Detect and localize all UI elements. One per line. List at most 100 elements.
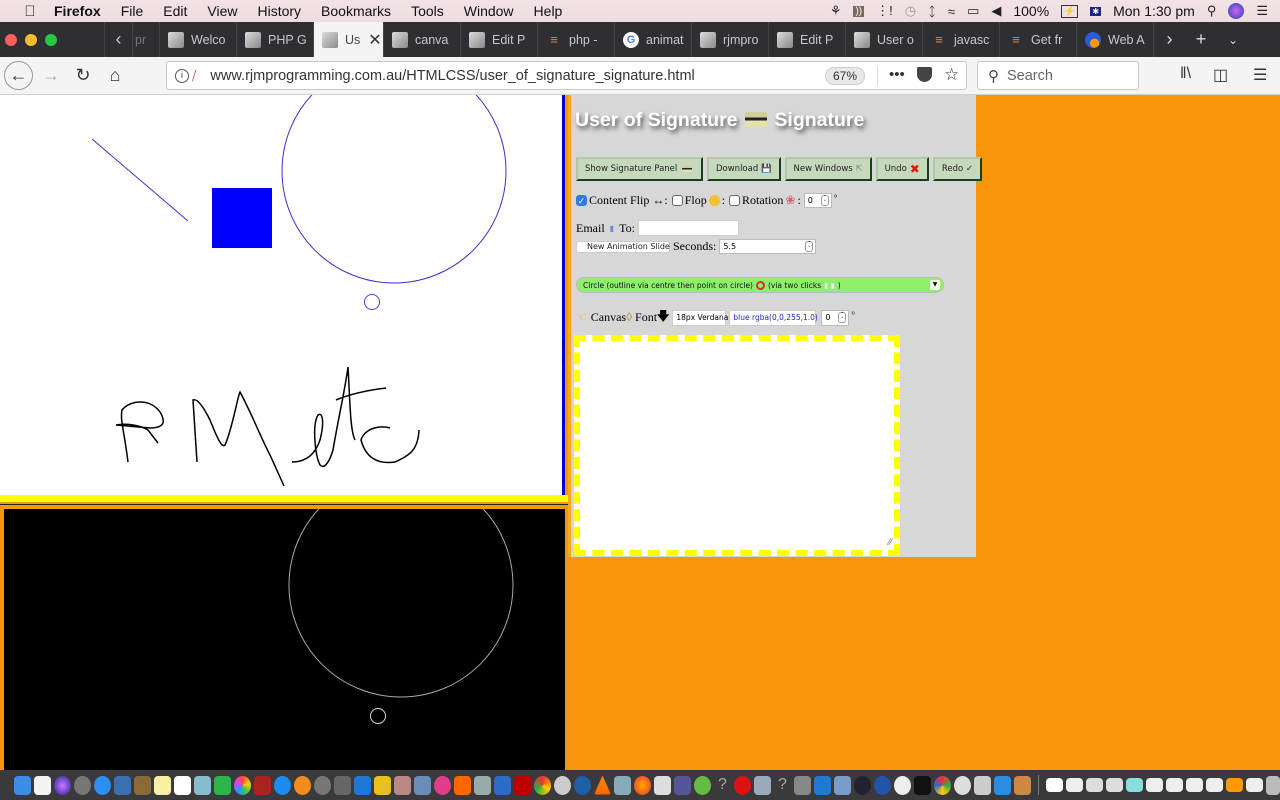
- github-icon[interactable]: [894, 775, 911, 795]
- url-text[interactable]: www.rjmprogramming.com.au/HTMLCSS/user_o…: [210, 68, 694, 84]
- new-tab-icon[interactable]: +: [1185, 22, 1217, 57]
- recent-document-icon[interactable]: [1186, 778, 1203, 792]
- hamburger-menu-icon[interactable]: ☰: [1253, 65, 1267, 85]
- tab[interactable]: pr: [132, 22, 159, 57]
- recent-document-icon[interactable]: [1106, 778, 1123, 792]
- home-button[interactable]: ⌂: [101, 62, 129, 90]
- cyberduck-icon[interactable]: [874, 775, 891, 795]
- notes-icon[interactable]: [154, 775, 171, 795]
- airplay-icon[interactable]: ▭: [967, 3, 979, 19]
- photo-booth-icon[interactable]: [254, 775, 271, 795]
- tab[interactable]: ≡ Get fr: [999, 22, 1076, 57]
- signature-textarea[interactable]: ∕∕: [574, 335, 900, 556]
- tab[interactable]: Welco: [159, 22, 236, 57]
- recent-document-icon[interactable]: [1086, 778, 1103, 792]
- tab[interactable]: Edit P: [768, 22, 845, 57]
- safari-icon[interactable]: [94, 775, 111, 795]
- undo-button[interactable]: Undo ✖: [875, 157, 929, 181]
- automator-icon[interactable]: [794, 775, 811, 795]
- recent-document-icon[interactable]: [1206, 778, 1223, 792]
- text-edit-icon[interactable]: [34, 775, 51, 795]
- menu-window[interactable]: Window: [464, 3, 514, 19]
- menu-file[interactable]: File: [121, 3, 144, 19]
- chrome-icon[interactable]: [534, 775, 551, 795]
- search-input[interactable]: ⚲ Search: [977, 61, 1139, 90]
- volume-icon[interactable]: ◀: [991, 3, 1001, 19]
- trash-icon[interactable]: [1266, 775, 1280, 795]
- page-actions-more-icon[interactable]: •••: [889, 66, 905, 83]
- apple-menu-icon[interactable]: : [20, 3, 40, 20]
- tab[interactable]: User o: [845, 22, 922, 57]
- firefox-icon[interactable]: [634, 775, 651, 795]
- recent-document-icon[interactable]: [1226, 778, 1243, 792]
- maps-icon[interactable]: [474, 775, 491, 795]
- bookmark-star-icon[interactable]: ☆: [944, 65, 959, 85]
- vscode-icon[interactable]: [814, 775, 831, 795]
- close-tab-icon[interactable]: ✕: [368, 30, 381, 50]
- script-editor-icon[interactable]: [394, 775, 411, 795]
- ibooks-icon[interactable]: [294, 775, 311, 795]
- text-angle-spinner[interactable]: ˄ ˅: [838, 311, 847, 323]
- select-dropdown-arrow-icon[interactable]: ▼: [930, 280, 940, 290]
- flipped-preview-canvas[interactable]: [4, 472, 565, 770]
- wifi-icon[interactable]: ≈: [948, 4, 955, 19]
- site-info-icon[interactable]: i: [175, 68, 189, 83]
- rotation-angle-input[interactable]: 0 ˄ ˅: [803, 193, 832, 208]
- tab[interactable]: Web A: [1076, 22, 1153, 57]
- menu-tools[interactable]: Tools: [411, 3, 444, 19]
- terminal-icon[interactable]: [914, 775, 931, 795]
- android-studio-icon[interactable]: [694, 775, 711, 795]
- close-window-icon[interactable]: [5, 33, 17, 46]
- avast-icon[interactable]: ⚘: [830, 3, 842, 19]
- facetime-icon[interactable]: [214, 775, 231, 795]
- wordpress-icon[interactable]: [374, 775, 391, 795]
- php-icon[interactable]: [674, 775, 691, 795]
- redo-button[interactable]: Redo ✓: [932, 157, 983, 181]
- unknown-app-icon[interactable]: ?: [774, 776, 791, 795]
- show-signature-panel-button[interactable]: Show Signature Panel: [576, 157, 703, 181]
- url-bar[interactable]: i ⧸ www.rjmprogramming.com.au/HTMLCSS/us…: [166, 61, 967, 90]
- image-capture-icon[interactable]: [414, 775, 431, 795]
- capture-icon[interactable]: [834, 775, 851, 795]
- recent-document-icon[interactable]: [1066, 778, 1083, 792]
- quicktime-icon[interactable]: [574, 775, 591, 795]
- tab[interactable]: ≡ javasc: [922, 22, 999, 57]
- new-windows-button[interactable]: New Windows ⇱: [784, 157, 872, 181]
- recent-document-icon[interactable]: [1246, 778, 1263, 792]
- tab[interactable]: PHP G: [236, 22, 313, 57]
- flop-checkbox[interactable]: [671, 195, 683, 206]
- sidebar-toggle-icon[interactable]: ◫: [1213, 65, 1228, 85]
- notification-center-icon[interactable]: ☰: [1256, 3, 1268, 19]
- siri-icon[interactable]: [54, 775, 71, 795]
- xcode-icon[interactable]: [354, 775, 371, 795]
- resize-grip-icon[interactable]: ∕∕: [889, 537, 892, 548]
- siri-icon[interactable]: [1228, 3, 1245, 19]
- tab[interactable]: canva: [383, 22, 460, 57]
- calendar-icon[interactable]: [174, 775, 191, 795]
- recent-document-icon[interactable]: [1166, 778, 1183, 792]
- filezilla-icon[interactable]: [514, 775, 531, 795]
- time-machine-icon[interactable]: ◷: [905, 3, 916, 19]
- tab[interactable]: ≡ php -: [537, 22, 614, 57]
- list-tabs-chevron-down-icon[interactable]: ⌄: [1217, 22, 1249, 57]
- virtualbox-icon[interactable]: [614, 775, 631, 795]
- anaconda-icon[interactable]: [934, 775, 951, 795]
- keynote-icon[interactable]: [494, 775, 511, 795]
- preview-icon[interactable]: [114, 775, 131, 795]
- clock[interactable]: Mon 1:30 pm: [1113, 3, 1195, 19]
- files-icon[interactable]: [994, 775, 1011, 795]
- seconds-input[interactable]: 5.5 ˄ ˅: [719, 239, 817, 254]
- recent-document-icon[interactable]: [1146, 778, 1163, 792]
- spotlight-icon[interactable]: ⚲: [1207, 3, 1217, 19]
- menu-edit[interactable]: Edit: [163, 3, 187, 19]
- tab[interactable]: Ganimat: [614, 22, 691, 57]
- vlc-icon[interactable]: [594, 775, 611, 795]
- content-flip-checkbox[interactable]: ✓: [576, 195, 587, 206]
- tab[interactable]: rjmpro: [691, 22, 768, 57]
- preview-pdf-icon[interactable]: [974, 775, 991, 795]
- menu-view[interactable]: View: [207, 3, 237, 19]
- rotation-angle-spinner[interactable]: ˄ ˅: [820, 195, 829, 206]
- forward-button[interactable]: →: [37, 62, 65, 90]
- notebook-icon[interactable]: [134, 775, 151, 795]
- vagrant-icon[interactable]: [754, 775, 771, 795]
